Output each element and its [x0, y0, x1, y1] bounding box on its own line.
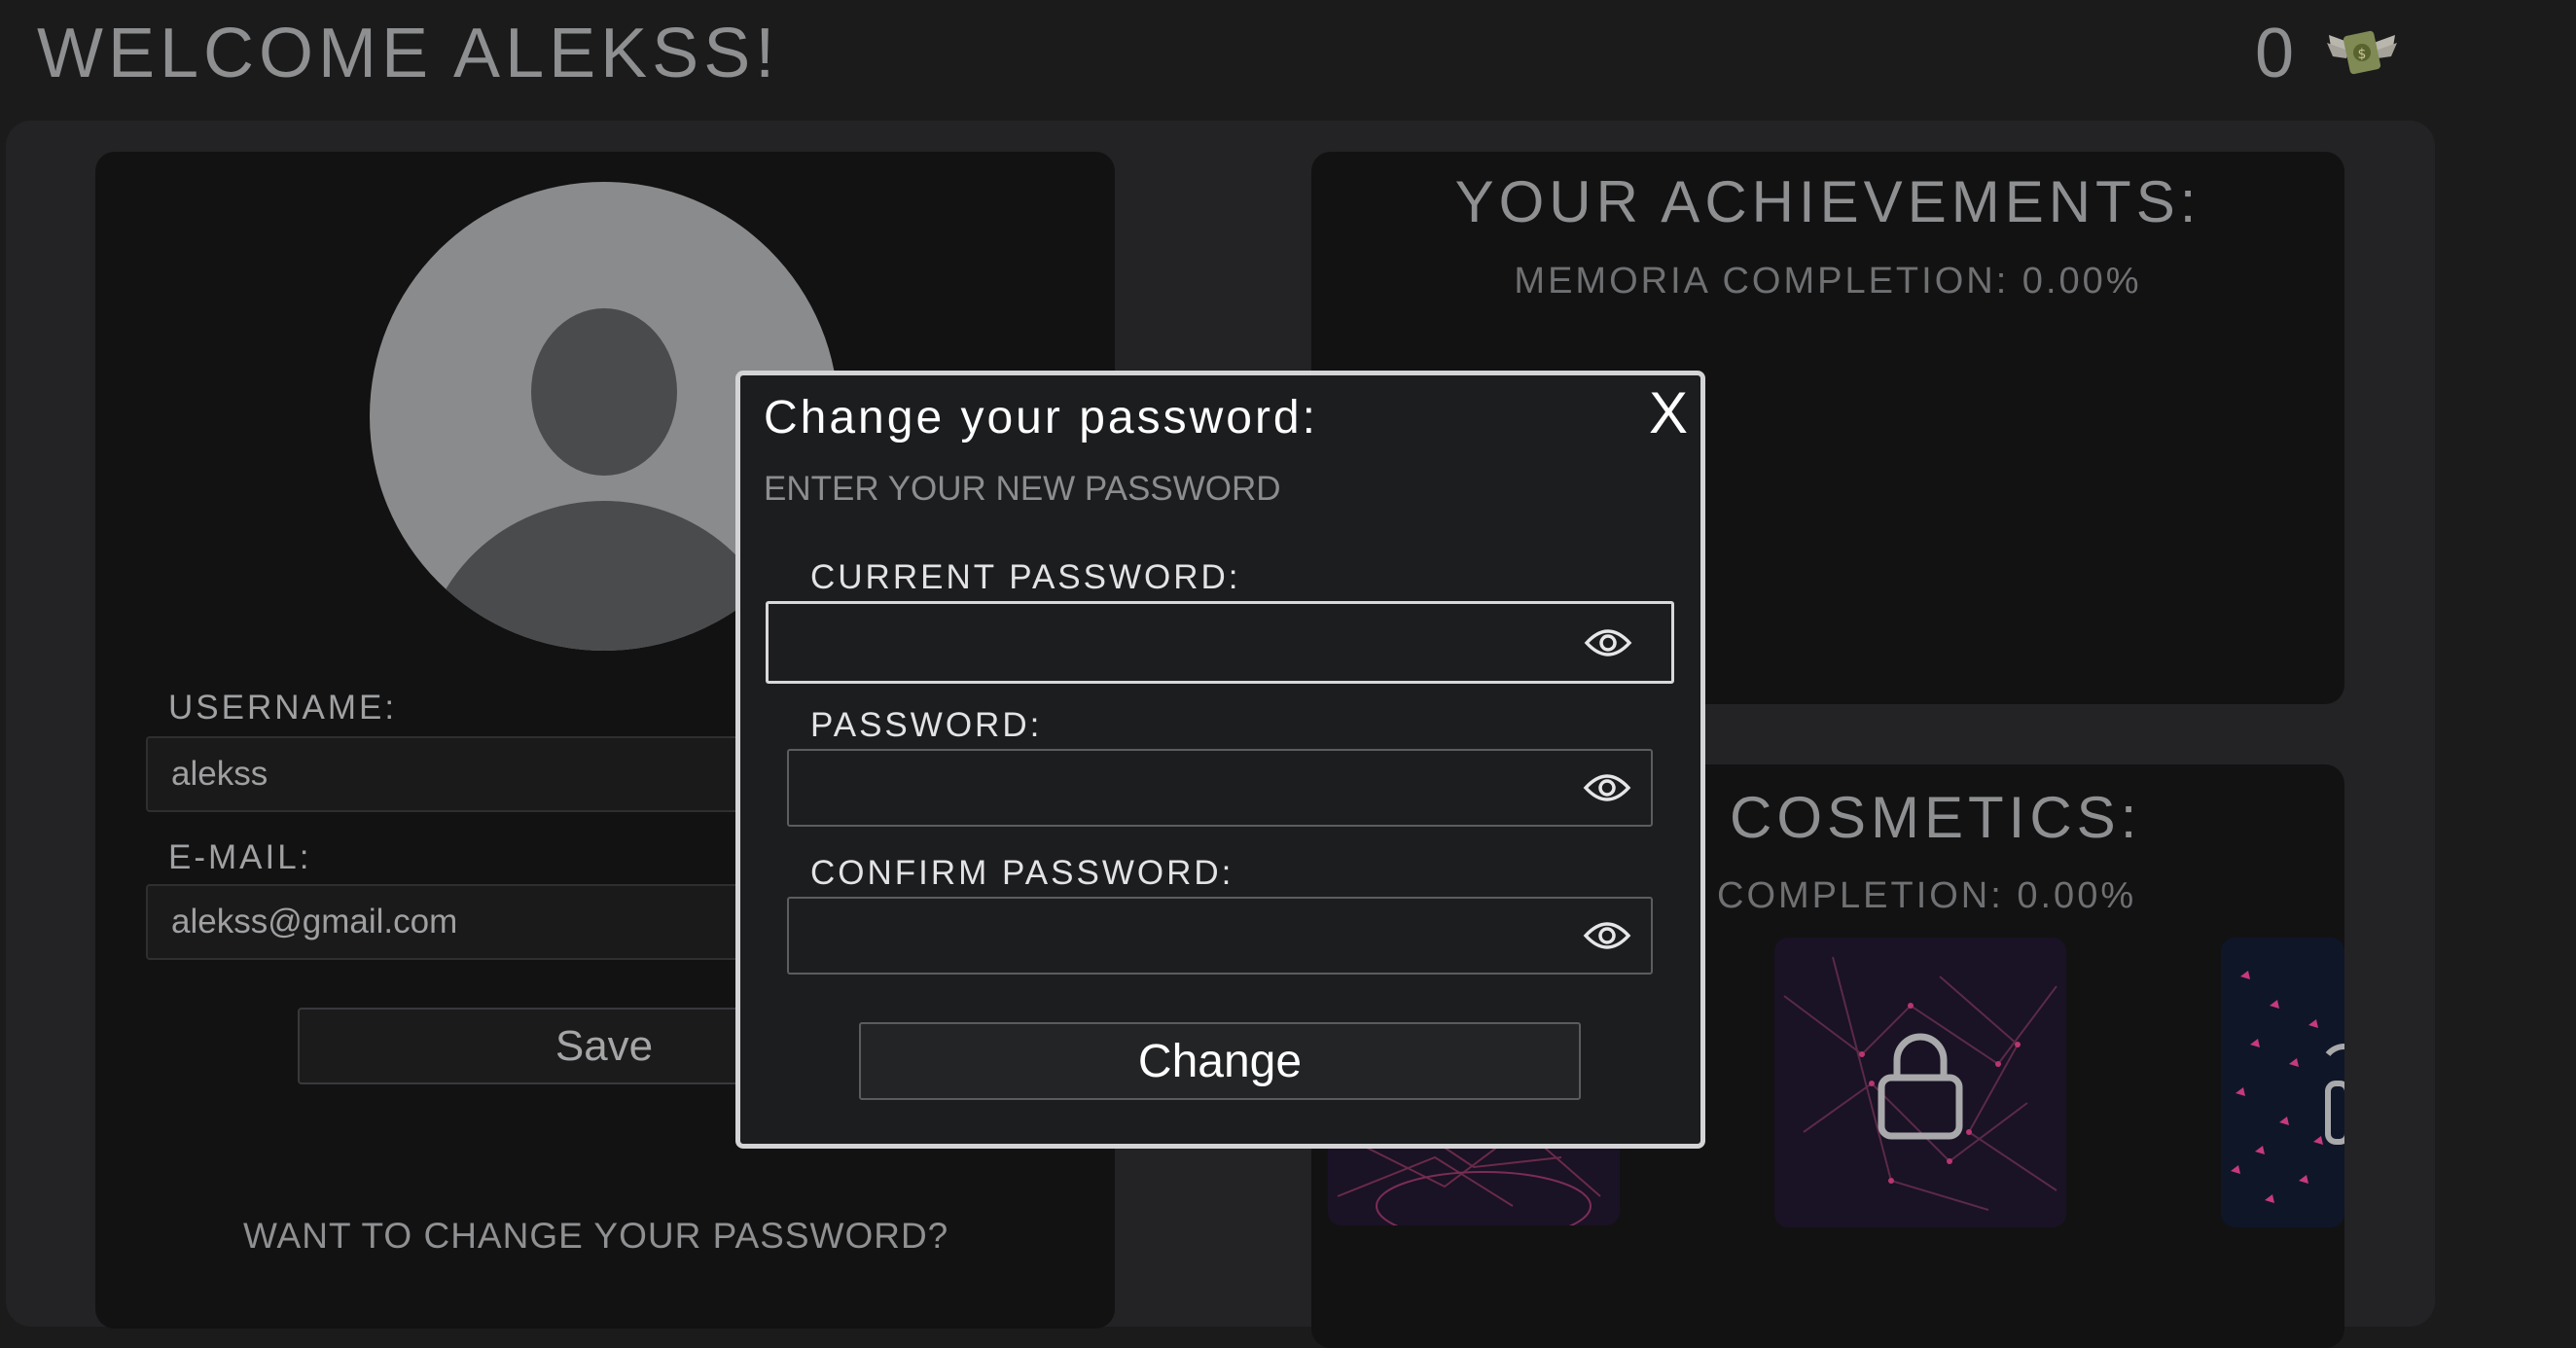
welcome-heading: WELCOME ALEKSS! [37, 15, 780, 92]
confirm-password-label: CONFIRM PASSWORD: [810, 854, 1234, 892]
confirm-password-field[interactable] [787, 897, 1653, 975]
current-password-label: CURRENT PASSWORD: [810, 558, 1241, 596]
email-label: E-MAIL: [168, 838, 312, 876]
change-password-button[interactable]: Change [859, 1022, 1581, 1100]
lock-icon [1876, 1027, 1965, 1142]
svg-text:$: $ [2358, 47, 2367, 62]
password-label: PASSWORD: [810, 706, 1043, 744]
change-password-modal: Change your password: X ENTER YOUR NEW P… [735, 371, 1705, 1149]
coin-count: 0 [2255, 15, 2295, 92]
current-password-field[interactable] [766, 601, 1674, 684]
achievements-completion: MEMORIA COMPLETION: 0.00% [1514, 261, 2142, 302]
change-password-link[interactable]: WANT TO CHANGE YOUR PASSWORD? [243, 1216, 948, 1257]
username-label: USERNAME: [168, 689, 398, 727]
modal-title: Change your password: [764, 392, 1318, 443]
cosmetics-title: COSMETICS: [1730, 785, 2142, 850]
close-button[interactable]: X [1649, 379, 1688, 446]
flying-money-icon: $ [2325, 18, 2399, 80]
cosmetic-card[interactable] [2221, 938, 2344, 1227]
cosmetics-completion: COMPLETION: 0.00% [1717, 875, 2137, 916]
eye-icon[interactable] [1584, 623, 1632, 662]
password-field[interactable] [787, 749, 1653, 827]
eye-icon[interactable] [1583, 916, 1631, 955]
achievements-title: YOUR ACHIEVEMENTS: [1454, 169, 2201, 234]
eye-icon[interactable] [1583, 768, 1631, 807]
modal-subtitle: ENTER YOUR NEW PASSWORD [764, 470, 1281, 508]
